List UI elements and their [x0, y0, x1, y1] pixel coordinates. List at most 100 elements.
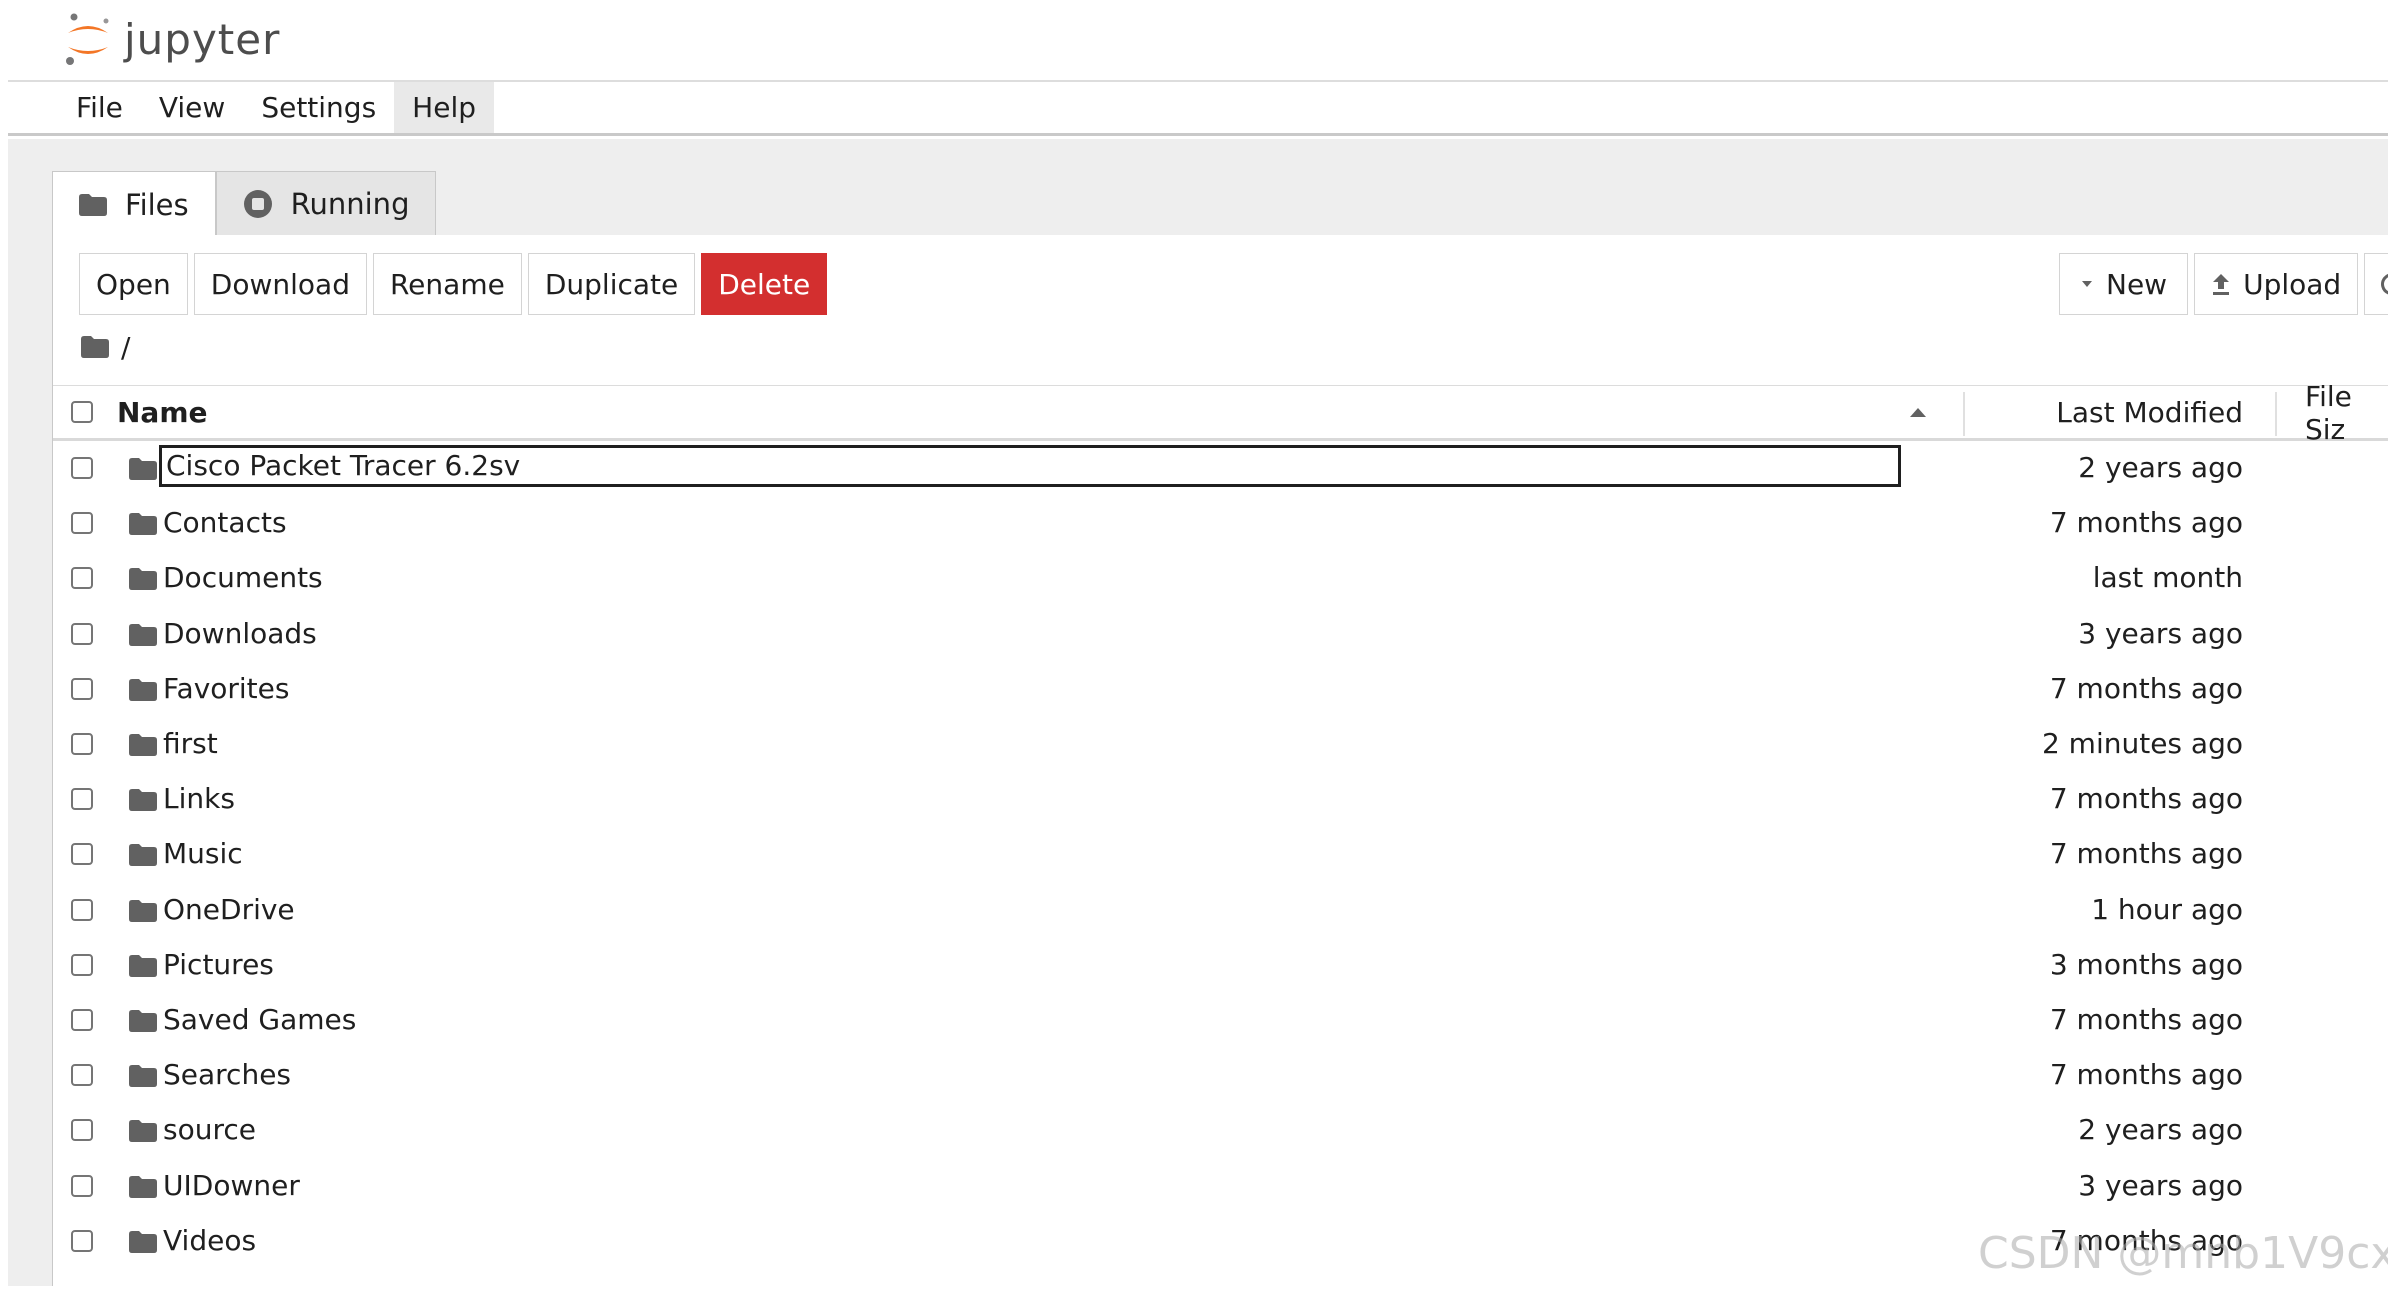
tab-running[interactable]: Running	[215, 171, 437, 235]
file-last-modified: 3 years ago	[2078, 1169, 2243, 1202]
folder-icon[interactable]	[81, 336, 109, 358]
file-name[interactable]: OneDrive	[163, 891, 295, 929]
file-row[interactable]: Saved Games 7 months ago	[53, 993, 2388, 1048]
watermark: CSDN @mnb1V9cxz	[1978, 1228, 2388, 1279]
row-checkbox[interactable]	[71, 457, 93, 479]
column-divider[interactable]	[2275, 392, 2277, 436]
refresh-icon	[2379, 271, 2388, 297]
breadcrumb-path[interactable]: /	[121, 331, 130, 364]
file-name[interactable]: Documents	[163, 559, 323, 597]
new-button[interactable]: New	[2059, 253, 2189, 315]
row-checkbox[interactable]	[71, 843, 93, 865]
tab-files-label: Files	[125, 187, 189, 222]
column-header-file-size[interactable]: File Siz	[2305, 380, 2388, 446]
row-checkbox[interactable]	[71, 567, 93, 589]
file-row[interactable]: first 2 minutes ago	[53, 717, 2388, 772]
row-checkbox[interactable]	[71, 678, 93, 700]
delete-button[interactable]: Delete	[701, 253, 828, 315]
file-last-modified: 7 months ago	[2049, 1058, 2243, 1091]
menu-bar: File View Settings Help	[8, 82, 2388, 136]
file-row[interactable]: Pictures 3 months ago	[53, 938, 2388, 993]
main-area: Files Running Open Download Rename Dupli…	[8, 139, 2388, 1286]
folder-icon	[129, 624, 157, 650]
file-name[interactable]: UIDowner	[163, 1167, 300, 1205]
file-toolbar: Open Download Rename Duplicate Delete	[79, 253, 828, 315]
row-checkbox[interactable]	[71, 512, 93, 534]
file-row[interactable]: Music 7 months ago	[53, 827, 2388, 882]
rename-input[interactable]: Cisco Packet Tracer 6.2sv	[159, 445, 1901, 487]
file-name[interactable]: Saved Games	[163, 1001, 356, 1039]
row-checkbox[interactable]	[71, 1064, 93, 1086]
menu-file[interactable]: File	[58, 82, 141, 133]
row-checkbox[interactable]	[71, 1119, 93, 1141]
tab-files[interactable]: Files	[52, 171, 216, 237]
file-last-modified: 7 months ago	[2049, 672, 2243, 705]
file-last-modified: 7 months ago	[2049, 506, 2243, 539]
file-row[interactable]: Documents last month	[53, 551, 2388, 606]
row-checkbox[interactable]	[71, 788, 93, 810]
row-checkbox[interactable]	[71, 1009, 93, 1031]
folder-icon	[129, 1120, 157, 1146]
folder-icon	[129, 679, 157, 705]
upload-button-label: Upload	[2243, 267, 2342, 301]
file-name[interactable]: Favorites	[163, 670, 289, 708]
file-last-modified: 3 years ago	[2078, 617, 2243, 650]
file-row[interactable]: Favorites 7 months ago	[53, 662, 2388, 717]
upload-button[interactable]: Upload	[2194, 253, 2359, 315]
file-row[interactable]: Links 7 months ago	[53, 772, 2388, 827]
row-checkbox[interactable]	[71, 623, 93, 645]
menu-help[interactable]: Help	[394, 82, 494, 133]
tab-bar: Files Running	[52, 171, 437, 237]
folder-icon	[129, 1010, 157, 1036]
header: jupyter	[8, 0, 2388, 82]
file-row[interactable]: Contacts 7 months ago	[53, 496, 2388, 551]
file-row[interactable]: Searches 7 months ago	[53, 1048, 2388, 1103]
download-button[interactable]: Download	[193, 253, 367, 315]
folder-icon	[129, 1065, 157, 1091]
file-row[interactable]: UIDowner 3 years ago	[53, 1159, 2388, 1214]
folder-icon	[129, 513, 157, 539]
file-last-modified: 2 minutes ago	[2041, 727, 2243, 760]
row-checkbox[interactable]	[71, 899, 93, 921]
file-name[interactable]: source	[163, 1111, 256, 1149]
duplicate-button[interactable]: Duplicate	[527, 253, 696, 315]
menu-settings[interactable]: Settings	[243, 82, 394, 133]
stop-circle-icon	[243, 189, 273, 219]
rename-button[interactable]: Rename	[372, 253, 522, 315]
logo-text: jupyter	[124, 14, 281, 64]
folder-icon	[129, 900, 157, 926]
file-last-modified: 7 months ago	[2049, 1003, 2243, 1036]
file-row[interactable]: Cisco Packet Tracer 6.2sv 2 years ago	[53, 441, 2388, 496]
column-header-name[interactable]: Name	[117, 386, 208, 439]
sort-ascending-icon[interactable]	[1910, 408, 1926, 417]
file-listing: Cisco Packet Tracer 6.2sv 2 years ago Cont…	[53, 441, 2388, 1286]
file-name[interactable]: Pictures	[163, 946, 274, 984]
column-header-last-modified[interactable]: Last Modified	[2033, 386, 2243, 439]
column-divider[interactable]	[1963, 392, 1965, 436]
file-name[interactable]: Downloads	[163, 615, 317, 653]
file-name[interactable]: Videos	[163, 1222, 256, 1260]
file-row[interactable]: Downloads 3 years ago	[53, 607, 2388, 662]
caret-down-icon	[2080, 279, 2094, 289]
file-name[interactable]: Contacts	[163, 504, 287, 542]
folder-icon	[129, 789, 157, 815]
file-name[interactable]: Music	[163, 835, 243, 873]
refresh-button[interactable]	[2364, 253, 2388, 315]
file-last-modified: 7 months ago	[2049, 837, 2243, 870]
select-all-checkbox[interactable]	[71, 401, 93, 423]
folder-icon	[129, 1231, 157, 1257]
folder-icon	[129, 1176, 157, 1202]
row-checkbox[interactable]	[71, 954, 93, 976]
file-name[interactable]: Links	[163, 780, 235, 818]
row-checkbox[interactable]	[71, 1230, 93, 1252]
row-checkbox[interactable]	[71, 1175, 93, 1197]
folder-icon	[129, 844, 157, 870]
jupyter-logo[interactable]: jupyter	[62, 6, 280, 72]
file-name[interactable]: first	[163, 725, 218, 763]
open-button[interactable]: Open	[79, 253, 188, 315]
file-name[interactable]: Searches	[163, 1056, 291, 1094]
menu-view[interactable]: View	[141, 82, 243, 133]
row-checkbox[interactable]	[71, 733, 93, 755]
file-row[interactable]: source 2 years ago	[53, 1103, 2388, 1158]
file-row[interactable]: OneDrive 1 hour ago	[53, 883, 2388, 938]
